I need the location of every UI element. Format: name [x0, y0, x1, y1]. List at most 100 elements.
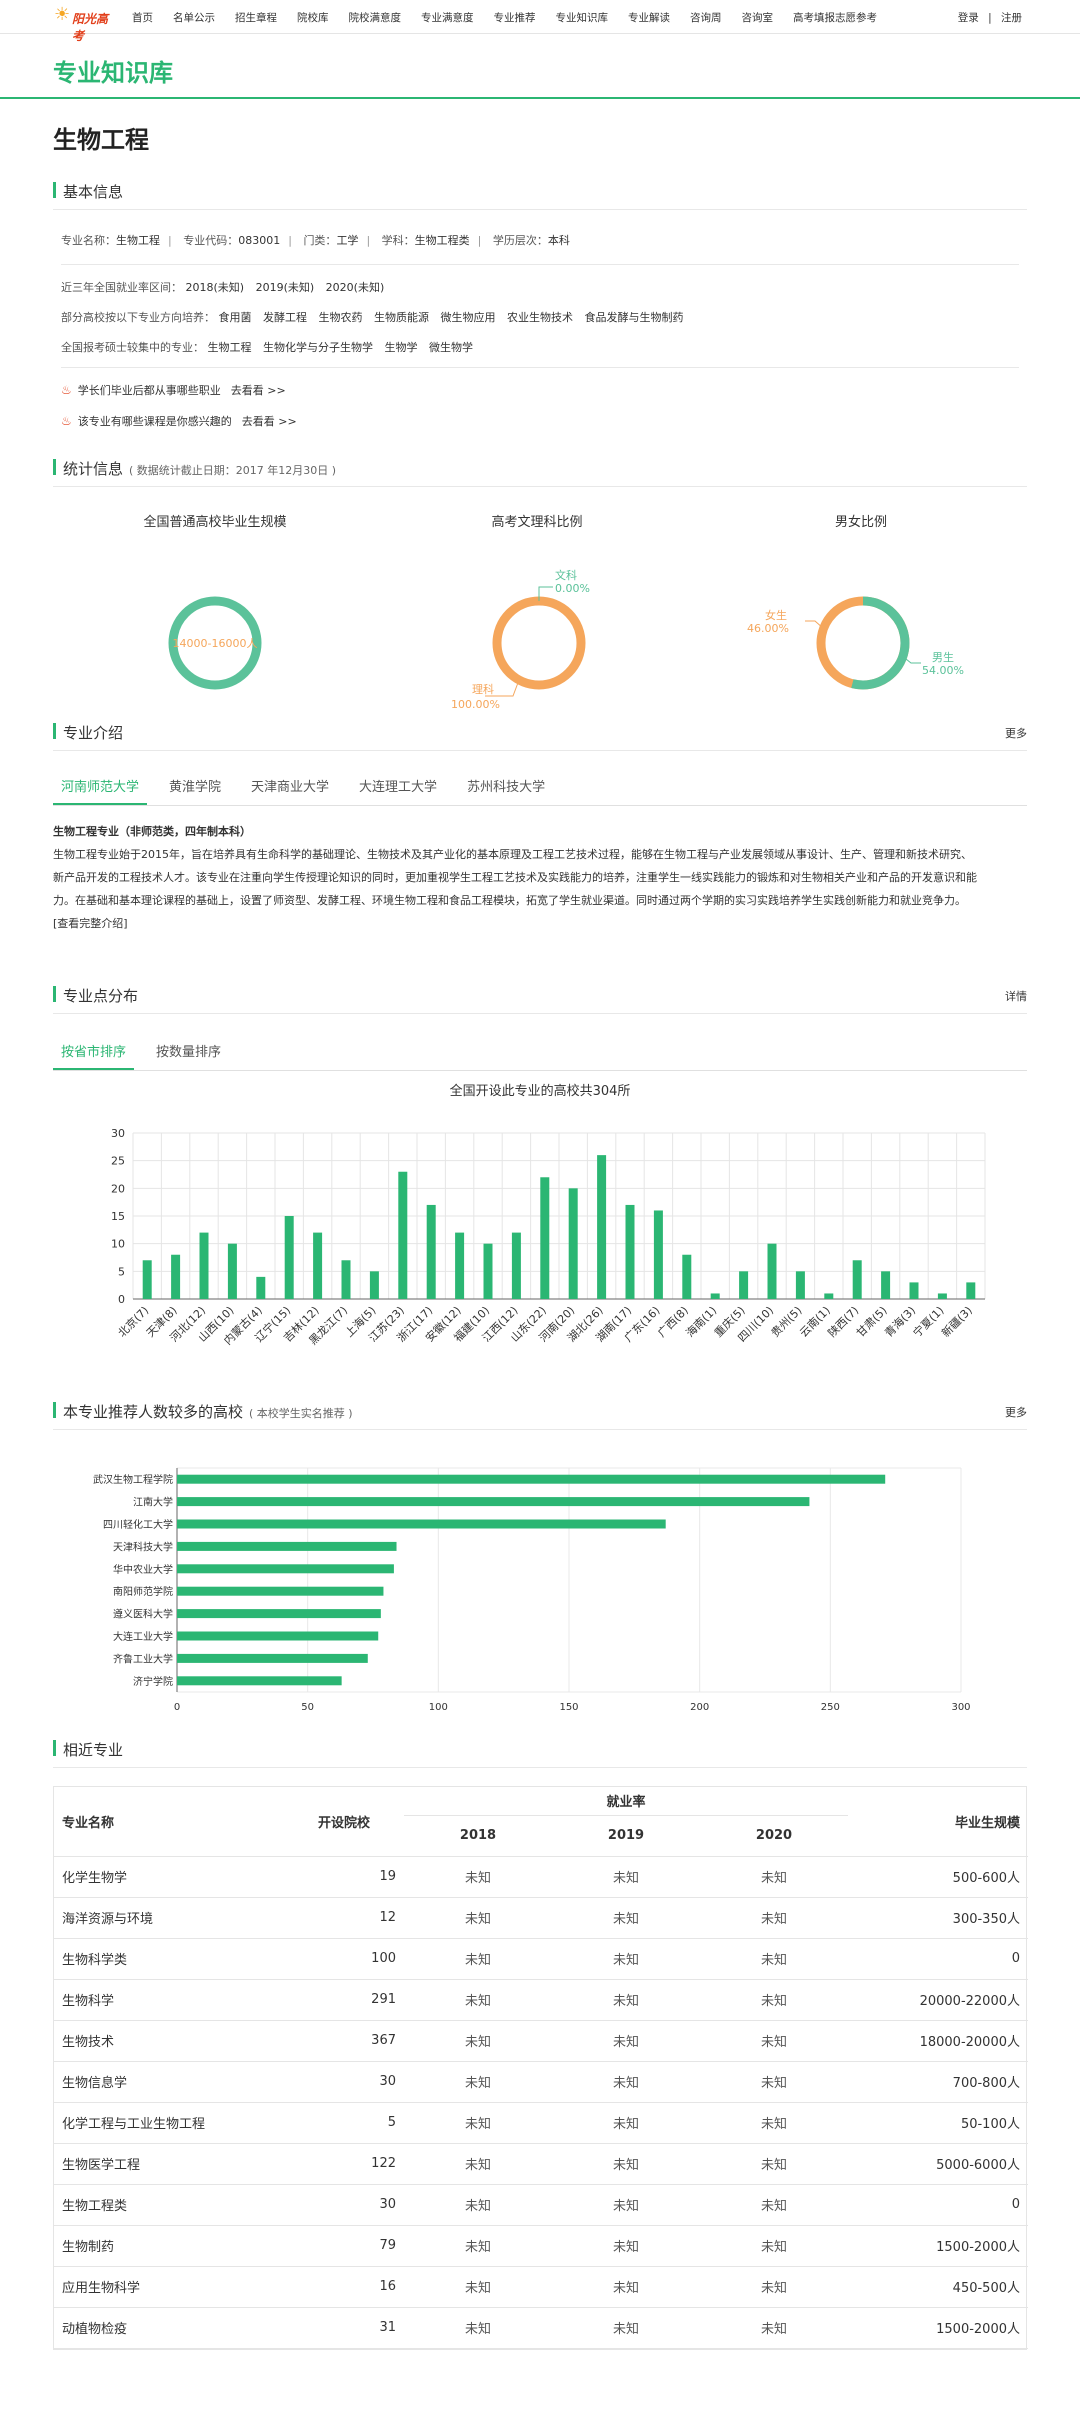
master-item[interactable]: 生物化学与分子生物学 [263, 341, 373, 354]
basic-info-section: 基本信息 专业名称：生物工程 | 专业代码：083001 | 门类：工学 | 学科：生… [53, 176, 1027, 429]
table-row[interactable]: 化学生物学 19 未知 未知 未知 500-600人 [54, 1856, 1028, 1898]
table-row[interactable]: 化学工程与工业生物工程 5 未知 未知 未知 50-100人 [54, 2102, 1028, 2144]
bar [966, 1282, 976, 1299]
table-row[interactable]: 生物工程类 30 未知 未知 未知 0 [54, 2184, 1028, 2226]
tab-school[interactable]: 苏州科技大学 [459, 768, 553, 805]
related-name[interactable]: 应用生物科学 [54, 2266, 284, 2308]
divider [61, 367, 1019, 368]
recommend-header: 本专业推荐人数较多的高校 ( 本校学生实名推荐 ) 更多 [53, 1396, 1027, 1430]
register-link[interactable]: 注册 [1001, 12, 1022, 24]
related-employ: 未知 [552, 2061, 700, 2103]
major-category: 工学 [336, 234, 359, 247]
distribution-section: 专业点分布 详情 [53, 980, 1027, 1014]
stats-section: 统计信息( 数据统计截止日期：2017 年12月30日 ) 全国普通高校毕业生规… [53, 453, 1027, 713]
table-row[interactable]: 动植物检疫 31 未知 未知 未知 1500-2000人 [54, 2307, 1028, 2349]
related-schools: 12 [284, 1897, 404, 1939]
intro-full-link[interactable]: [查看完整介绍] [53, 912, 1027, 935]
y-tick-label: 天津科技大学 [113, 1540, 173, 1553]
related-name[interactable]: 生物技术 [54, 2020, 284, 2062]
code-label: 专业代码： [183, 234, 239, 247]
go-see-link[interactable]: 去看看 >> [242, 415, 297, 428]
tab-school[interactable]: 大连理工大学 [351, 768, 445, 805]
related-table: 专业名称 开设院校 就业率 毕业生规模 2018 2019 2020 化学生物学… [54, 1787, 1028, 2349]
related-employ: 未知 [404, 2143, 552, 2185]
table-row[interactable]: 生物科学类 100 未知 未知 未知 0 [54, 1938, 1028, 1980]
related-scale: 500-600人 [848, 1856, 1028, 1898]
nav-link[interactable]: 专业推荐 [494, 10, 536, 25]
related-name[interactable]: 生物信息学 [54, 2061, 284, 2103]
related-name[interactable]: 海洋资源与环境 [54, 1897, 284, 1939]
nav-link[interactable]: 招生章程 [235, 10, 277, 25]
nav-link[interactable]: 专业满意度 [421, 10, 474, 25]
related-name[interactable]: 生物制药 [54, 2225, 284, 2267]
distribution-detail-link[interactable]: 详情 [1005, 988, 1027, 1004]
intro-subtitle: 生物工程专业（非师范类，四年制本科） [53, 825, 251, 838]
go-see-link[interactable]: 去看看 >> [231, 384, 286, 397]
related-name[interactable]: 生物医学工程 [54, 2143, 284, 2185]
related-schools: 19 [284, 1856, 404, 1898]
nav-link[interactable]: 专业知识库 [556, 10, 609, 25]
nav-link[interactable]: 名单公示 [173, 10, 215, 25]
table-row[interactable]: 海洋资源与环境 12 未知 未知 未知 300-350人 [54, 1897, 1028, 1939]
related-name[interactable]: 化学生物学 [54, 1856, 284, 1898]
related-schools: 122 [284, 2143, 404, 2185]
bar [256, 1276, 266, 1299]
y-tick-label: 江南大学 [133, 1496, 173, 1509]
direction-item[interactable]: 生物质能源 [374, 311, 429, 324]
nav-link[interactable]: 咨询室 [742, 10, 774, 25]
direction-item[interactable]: 生物农药 [319, 311, 363, 324]
related-scale: 700-800人 [848, 2061, 1028, 2103]
bar [625, 1204, 635, 1299]
bar [177, 1564, 394, 1574]
nav-link[interactable]: 高考填报志愿参考 [793, 10, 877, 25]
tab-school[interactable]: 河南师范大学 [53, 768, 148, 805]
table-row[interactable]: 生物科学 291 未知 未知 未知 20000-22000人 [54, 1979, 1028, 2021]
tab-by-count[interactable]: 按数量排序 [148, 1033, 229, 1070]
site-logo[interactable]: ☀ 阳光高考 [52, 2, 116, 44]
tab-school[interactable]: 天津商业大学 [243, 768, 337, 805]
tab-by-province[interactable]: 按省市排序 [53, 1033, 135, 1070]
direction-item[interactable]: 食用菌 [219, 311, 252, 324]
direction-item[interactable]: 微生物应用 [441, 311, 496, 324]
distribution-tabs: 按省市排序 按数量排序 [53, 1033, 1027, 1071]
bar [398, 1171, 408, 1299]
related-employ: 未知 [700, 2061, 848, 2103]
related-name[interactable]: 动植物检疫 [54, 2307, 284, 2349]
table-row[interactable]: 生物医学工程 122 未知 未知 未知 5000-6000人 [54, 2143, 1028, 2185]
nav-link[interactable]: 专业解读 [628, 10, 670, 25]
table-row[interactable]: 应用生物科学 16 未知 未知 未知 450-500人 [54, 2266, 1028, 2308]
related-name[interactable]: 生物科学 [54, 1979, 284, 2021]
master-item[interactable]: 微生物学 [429, 341, 473, 354]
nav-link[interactable]: 首页 [132, 10, 153, 25]
related-name[interactable]: 生物工程类 [54, 2184, 284, 2226]
bar [177, 1631, 379, 1641]
y-tick-label: 华中农业大学 [113, 1563, 173, 1576]
direction-item[interactable]: 食品发酵与生物制药 [585, 311, 684, 324]
login-link[interactable]: 登录 [958, 12, 979, 24]
related-name[interactable]: 生物科学类 [54, 1938, 284, 1980]
table-row[interactable]: 生物信息学 30 未知 未知 未知 700-800人 [54, 2061, 1028, 2103]
related-employ: 未知 [552, 1938, 700, 1980]
bar [909, 1282, 919, 1299]
direction-item[interactable]: 农业生物技术 [507, 311, 573, 324]
master-item[interactable]: 生物学 [385, 341, 418, 354]
direction-item[interactable]: 发酵工程 [263, 311, 307, 324]
table-row[interactable]: 生物制药 79 未知 未知 未知 1500-2000人 [54, 2225, 1028, 2267]
nav-link[interactable]: 院校库 [297, 10, 329, 25]
related-employ: 未知 [700, 2266, 848, 2308]
x-tick-label: 100 [429, 1702, 448, 1713]
table-row[interactable]: 生物技术 367 未知 未知 未知 18000-20000人 [54, 2020, 1028, 2062]
recommend-more-link[interactable]: 更多 [1005, 1404, 1027, 1420]
bar [171, 1254, 181, 1299]
related-employ: 未知 [552, 1856, 700, 1898]
tab-school[interactable]: 黄淮学院 [161, 768, 229, 805]
basic-info-header: 基本信息 [53, 176, 1027, 210]
related-name[interactable]: 化学工程与工业生物工程 [54, 2102, 284, 2144]
nav-link[interactable]: 咨询周 [690, 10, 722, 25]
intro-more-link[interactable]: 更多 [1005, 725, 1027, 741]
master-item[interactable]: 生物工程 [208, 341, 252, 354]
related-employ: 未知 [404, 2102, 552, 2144]
divider [61, 264, 1019, 265]
nav-link[interactable]: 院校满意度 [349, 10, 402, 25]
related-schools: 30 [284, 2184, 404, 2226]
